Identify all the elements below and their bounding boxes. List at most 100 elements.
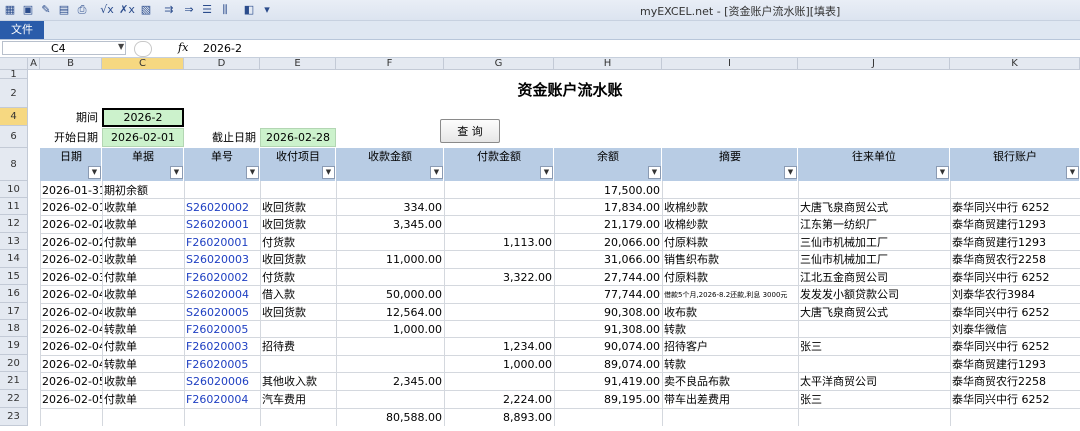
filter-dropdown-icon[interactable]: ▼ bbox=[430, 166, 443, 179]
table-header: 单据 ▼ bbox=[102, 148, 184, 181]
image-icon[interactable]: ▧ bbox=[140, 2, 152, 17]
excel-app-icon[interactable]: ▦ bbox=[4, 2, 16, 17]
column-header-k[interactable]: K bbox=[950, 58, 1080, 70]
column-header-f[interactable]: F bbox=[336, 58, 444, 70]
document-number-link[interactable]: S26020001 bbox=[184, 216, 260, 234]
column-header-e[interactable]: E bbox=[260, 58, 336, 70]
row-header-20[interactable]: 20 bbox=[0, 355, 28, 372]
gridline bbox=[798, 181, 799, 426]
column-header-a[interactable]: A bbox=[28, 58, 40, 70]
table-cell: 1,113.00 bbox=[503, 236, 552, 249]
table-cell: 泰华商贸建行1293 bbox=[952, 218, 1046, 231]
document-number-link[interactable]: F26020005 bbox=[184, 321, 260, 338]
document-icon[interactable]: ▤ bbox=[58, 2, 70, 17]
print-icon[interactable]: ⎙ bbox=[76, 2, 88, 17]
row-header-2[interactable]: 2 bbox=[0, 79, 28, 108]
column-header-i[interactable]: I bbox=[662, 58, 798, 70]
file-tab[interactable]: 文件 bbox=[0, 21, 44, 39]
filter-dropdown-icon[interactable]: ▼ bbox=[246, 166, 259, 179]
document-number-link[interactable]: F26020005 bbox=[184, 356, 260, 373]
document-number-link[interactable]: F26020003 bbox=[184, 338, 260, 356]
column-header-c[interactable]: C bbox=[102, 58, 184, 70]
filter-dropdown-icon[interactable]: ▼ bbox=[648, 166, 661, 179]
document-number-link[interactable]: S26020004 bbox=[184, 286, 260, 304]
table-cell: 收回货款 bbox=[262, 306, 306, 319]
table-cell bbox=[798, 321, 950, 338]
list-icon[interactable]: ☰ bbox=[200, 2, 214, 17]
table-cell: 1,000.00 bbox=[503, 358, 552, 371]
filter-dropdown-icon[interactable]: ▼ bbox=[88, 166, 101, 179]
table-cell: 89,074.00 bbox=[604, 358, 660, 371]
formula-clear-icon[interactable]: ✗x bbox=[119, 2, 135, 17]
row-header-23[interactable]: 23 bbox=[0, 408, 28, 426]
formula-check-icon[interactable]: √x bbox=[100, 2, 114, 17]
table-cell: 11,000.00 bbox=[386, 253, 442, 266]
table-cell: 收棉纱款 bbox=[664, 201, 708, 214]
document-number-link[interactable]: F26020002 bbox=[184, 269, 260, 286]
period-input[interactable]: 2026-2 bbox=[102, 108, 184, 127]
document-number-link[interactable]: S26020002 bbox=[184, 199, 260, 216]
filter-dropdown-icon[interactable]: ▼ bbox=[170, 166, 183, 179]
row-header-10[interactable]: 10 bbox=[0, 181, 28, 198]
filter-dropdown-icon[interactable]: ▼ bbox=[540, 166, 553, 179]
document-number-link[interactable]: S26020003 bbox=[184, 251, 260, 269]
end-date-field[interactable]: 2026-02-28 bbox=[260, 128, 336, 147]
move-icon[interactable]: ⇒ bbox=[182, 2, 196, 17]
document-number-link[interactable]: S26020005 bbox=[184, 304, 260, 321]
start-date-field[interactable]: 2026-02-01 bbox=[102, 128, 184, 147]
row-header-18[interactable]: 18 bbox=[0, 320, 28, 337]
row-header-12[interactable]: 12 bbox=[0, 215, 28, 233]
filter-dropdown-icon[interactable]: ▼ bbox=[322, 166, 335, 179]
expand-icon[interactable] bbox=[134, 41, 152, 57]
document-number-link[interactable]: F26020001 bbox=[184, 234, 260, 251]
end-date-label: 截止日期 bbox=[212, 131, 256, 144]
row-header-11[interactable]: 11 bbox=[0, 198, 28, 215]
row-header-15[interactable]: 15 bbox=[0, 268, 28, 285]
document-number-link[interactable]: F26020004 bbox=[184, 391, 260, 409]
table-cell: 收款单 bbox=[104, 218, 137, 231]
query-button[interactable]: 查 询 bbox=[440, 119, 500, 143]
row-header-4[interactable]: 4 bbox=[0, 108, 28, 126]
formula-input[interactable]: 2026-2 bbox=[203, 42, 242, 55]
document-number-link[interactable]: S26020006 bbox=[184, 373, 260, 391]
filter-dropdown-icon[interactable]: ▼ bbox=[784, 166, 797, 179]
gridline bbox=[102, 181, 103, 426]
filter-dropdown-icon[interactable]: ▼ bbox=[936, 166, 949, 179]
column-header-h[interactable]: H bbox=[554, 58, 662, 70]
column-header-j[interactable]: J bbox=[798, 58, 950, 70]
table-cell: 收款单 bbox=[104, 375, 137, 388]
filter-dropdown-icon[interactable]: ▼ bbox=[1066, 166, 1079, 179]
document-number-link[interactable] bbox=[184, 182, 260, 199]
table-cell bbox=[444, 199, 554, 216]
customize-dropdown-icon[interactable]: ▾ bbox=[262, 2, 272, 17]
column-header-b[interactable]: B bbox=[40, 58, 102, 70]
row-header-14[interactable]: 14 bbox=[0, 250, 28, 268]
ribbon: 文件 bbox=[0, 21, 1080, 40]
name-box-dropdown-icon[interactable]: ▼ bbox=[118, 42, 124, 51]
row-header-8[interactable]: 8 bbox=[0, 148, 28, 181]
row-header-13[interactable]: 13 bbox=[0, 233, 28, 250]
table-cell: 泰华同兴中行 6252 bbox=[952, 306, 1050, 319]
table-cell bbox=[950, 182, 1080, 199]
table-cell bbox=[444, 321, 554, 338]
column-header-g[interactable]: G bbox=[444, 58, 554, 70]
fx-icon[interactable]: fx bbox=[178, 41, 188, 54]
row-header-6[interactable]: 6 bbox=[0, 126, 28, 148]
table-cell: 付款单 bbox=[104, 340, 137, 353]
insert-rows-icon[interactable]: ⇉ bbox=[162, 2, 176, 17]
edit-icon[interactable]: ✎ bbox=[40, 2, 52, 17]
name-box[interactable]: C4 bbox=[2, 41, 126, 55]
row-header-22[interactable]: 22 bbox=[0, 390, 28, 408]
column-header-d[interactable]: D bbox=[184, 58, 260, 70]
table-cell: 收回货款 bbox=[262, 218, 306, 231]
save-icon[interactable]: ▣ bbox=[22, 2, 34, 17]
table-header-label: 余额 bbox=[597, 150, 619, 163]
row-header-17[interactable]: 17 bbox=[0, 303, 28, 320]
row-header-16[interactable]: 16 bbox=[0, 285, 28, 303]
row-header-19[interactable]: 19 bbox=[0, 337, 28, 355]
row-header-21[interactable]: 21 bbox=[0, 372, 28, 390]
table-header-label: 摘要 bbox=[719, 150, 741, 163]
columns-icon[interactable]: ⫼ bbox=[218, 2, 232, 17]
panel-icon[interactable]: ◧ bbox=[243, 2, 255, 17]
row-header-1[interactable]: 1 bbox=[0, 70, 28, 80]
